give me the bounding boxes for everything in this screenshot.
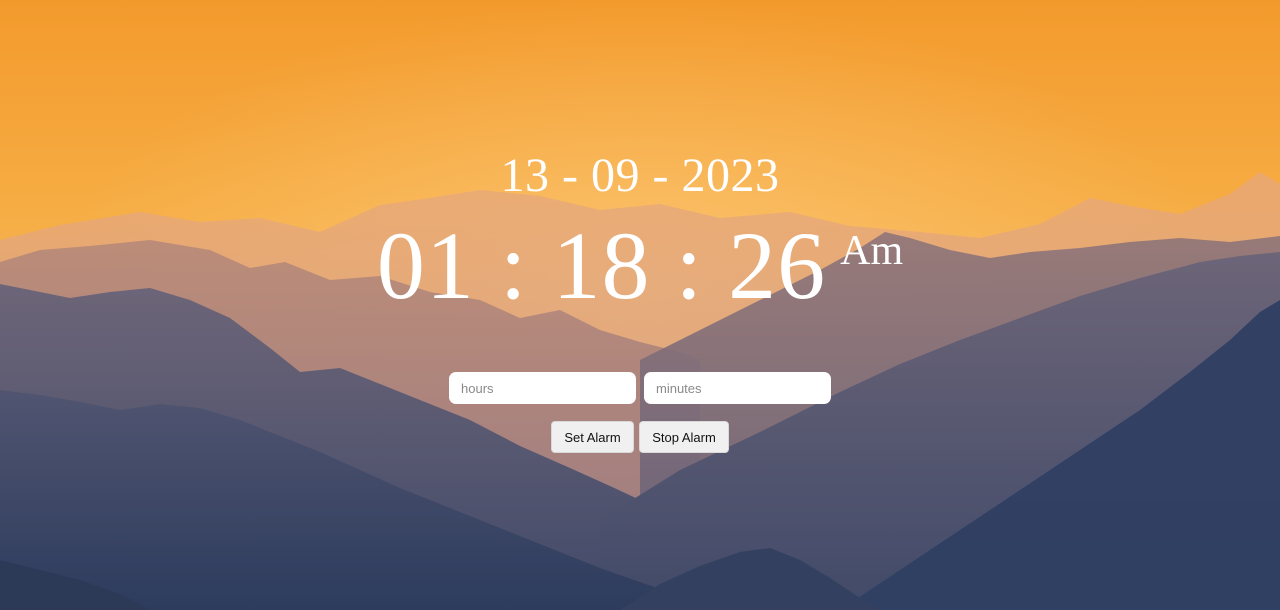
- time-row: 01 : 18 : 26 Am: [0, 212, 1280, 320]
- time-display: 01 : 18 : 26: [376, 212, 827, 319]
- set-alarm-button[interactable]: Set Alarm: [551, 421, 634, 453]
- alarm-inputs: [449, 372, 831, 404]
- am-pm-indicator: Am: [840, 228, 904, 274]
- hours-input[interactable]: [449, 372, 636, 404]
- clock-container: 13 - 09 - 2023 01 : 18 : 26Am Set Alarm …: [0, 0, 1280, 610]
- date-display: 13 - 09 - 2023: [500, 149, 780, 202]
- minutes-input[interactable]: [644, 372, 831, 404]
- stop-alarm-button[interactable]: Stop Alarm: [639, 421, 729, 453]
